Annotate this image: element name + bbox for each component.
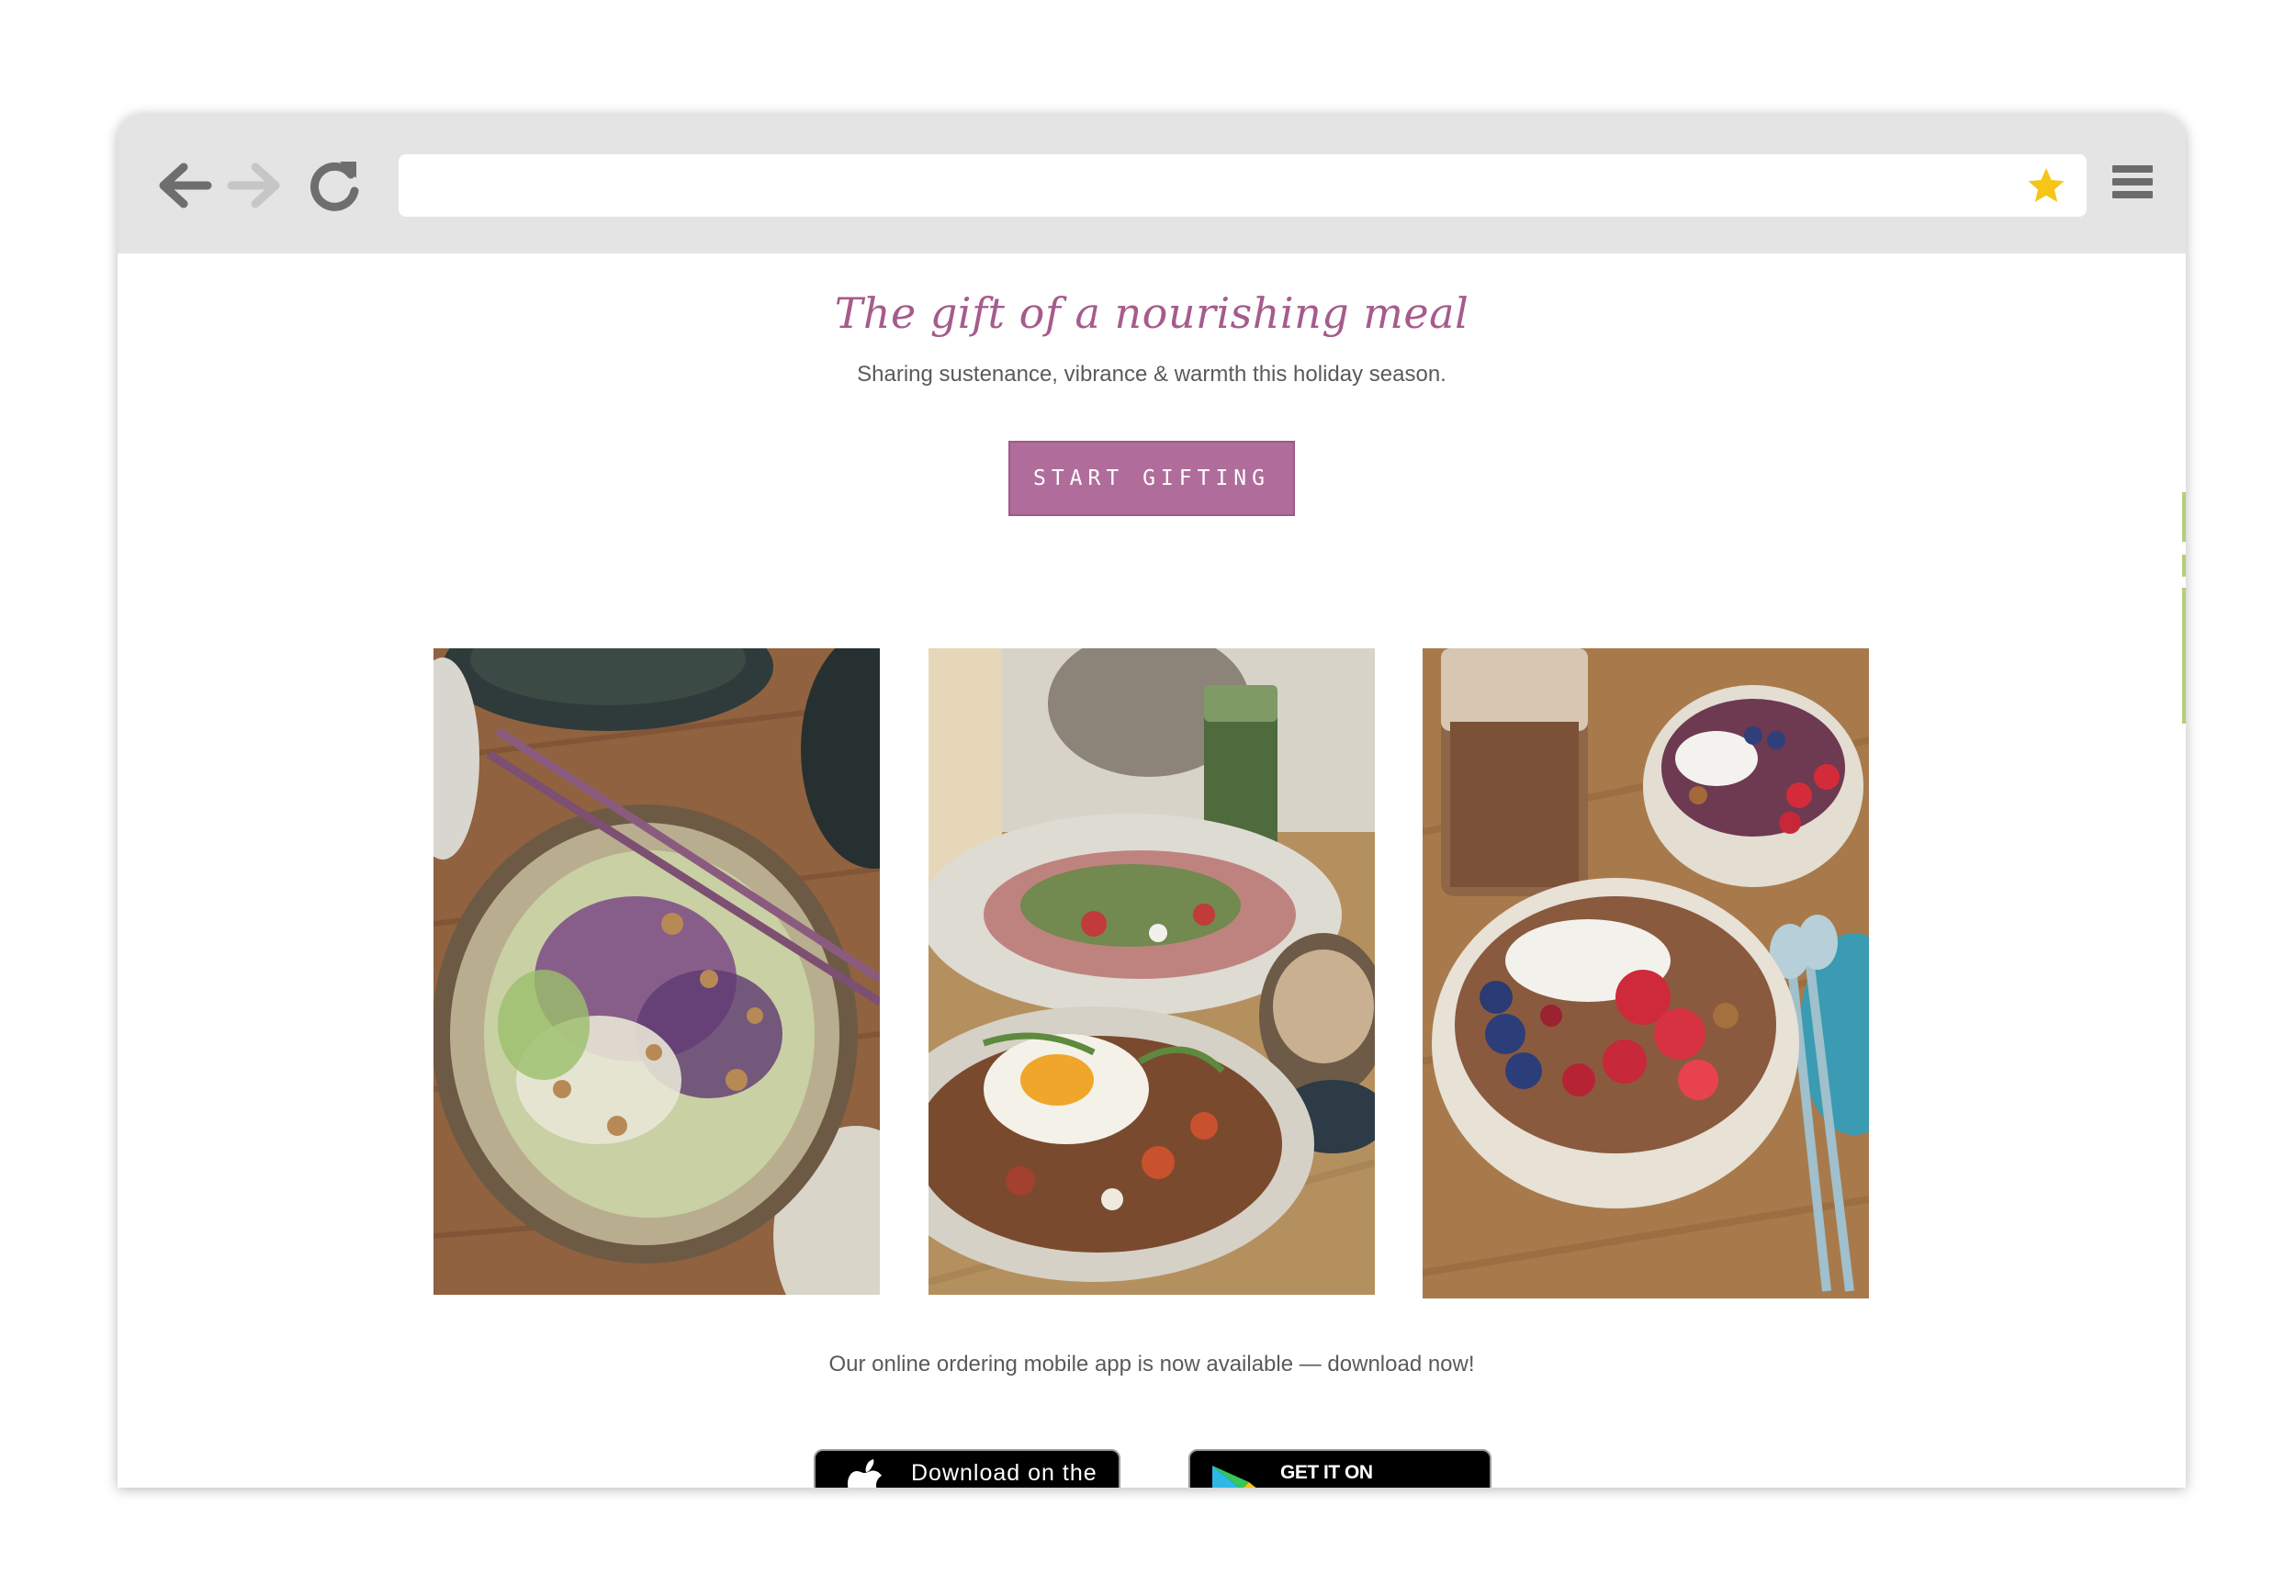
arrow-left-icon xyxy=(159,163,212,208)
google-play-badge-label: GET IT ON xyxy=(1280,1462,1373,1483)
food-photo-smoothie-bowls xyxy=(1423,648,1869,1298)
url-input[interactable] xyxy=(417,163,2000,209)
scroll-indicator xyxy=(2182,492,2186,542)
google-play-icon xyxy=(1212,1466,1256,1488)
apple-icon xyxy=(848,1459,882,1488)
food-photo-roasted-vegetables xyxy=(929,648,1375,1295)
browser-window: The gift of a nourishing meal Sharing su… xyxy=(118,114,2186,1488)
page-title: The gift of a nourishing meal xyxy=(834,288,1469,338)
food-photo-noodle-bowl xyxy=(433,648,880,1295)
star-icon xyxy=(2028,168,2065,202)
hamburger-menu-icon[interactable] xyxy=(2112,165,2153,206)
page-content: The gift of a nourishing meal Sharing su… xyxy=(118,253,2186,1488)
address-bar[interactable] xyxy=(399,154,2087,217)
app-announcement: Our online ordering mobile app is now av… xyxy=(828,1352,1475,1377)
bookmark-button[interactable] xyxy=(2026,165,2066,206)
app-store-badge[interactable]: Download on the xyxy=(814,1449,1120,1488)
start-gifting-button[interactable]: START GIFTING xyxy=(1008,441,1295,516)
scroll-indicator xyxy=(2182,588,2186,724)
google-play-badge[interactable]: GET IT ON xyxy=(1188,1449,1491,1488)
arrow-right-icon xyxy=(227,163,280,208)
forward-button[interactable] xyxy=(224,154,287,217)
reload-icon xyxy=(310,162,359,211)
reload-button[interactable] xyxy=(303,154,366,217)
browser-toolbar xyxy=(118,114,2186,253)
back-button[interactable] xyxy=(152,154,215,217)
scroll-indicator xyxy=(2182,555,2186,577)
app-store-badge-label: Download on the xyxy=(911,1460,1097,1486)
page-subtitle: Sharing sustenance, vibrance & warmth th… xyxy=(857,362,1446,387)
